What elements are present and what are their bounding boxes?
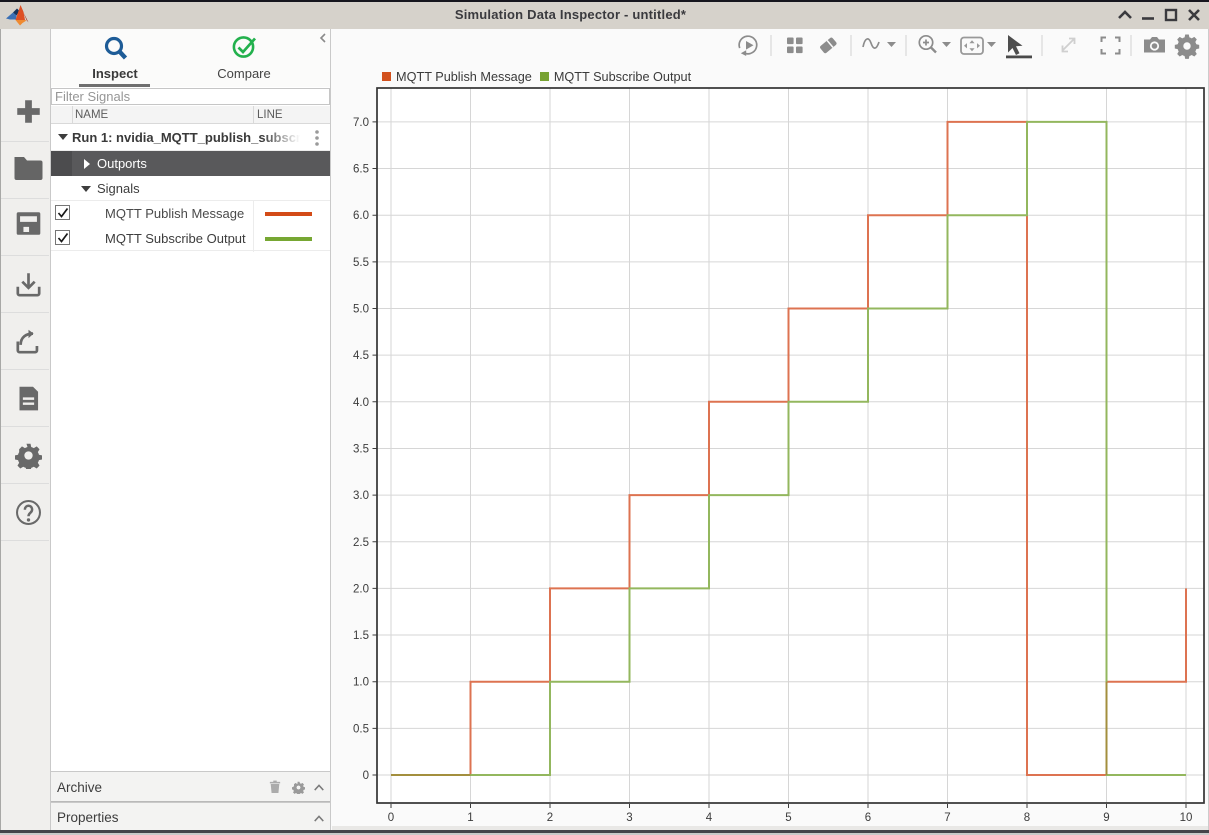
svg-text:2: 2 bbox=[547, 812, 553, 824]
svg-text:3: 3 bbox=[626, 812, 632, 824]
svg-text:9: 9 bbox=[1103, 812, 1109, 824]
svg-text:5.0: 5.0 bbox=[353, 304, 369, 316]
svg-text:4: 4 bbox=[706, 812, 713, 824]
svg-text:6.0: 6.0 bbox=[353, 210, 369, 222]
svg-text:0.5: 0.5 bbox=[353, 723, 369, 735]
svg-text:1: 1 bbox=[467, 812, 473, 824]
svg-text:8: 8 bbox=[1024, 812, 1030, 824]
svg-text:5: 5 bbox=[785, 812, 791, 824]
svg-text:0: 0 bbox=[363, 770, 369, 782]
svg-text:2.5: 2.5 bbox=[353, 537, 369, 549]
svg-text:6.5: 6.5 bbox=[353, 164, 369, 176]
svg-text:3.0: 3.0 bbox=[353, 490, 369, 502]
svg-text:0: 0 bbox=[388, 812, 394, 824]
svg-text:3.5: 3.5 bbox=[353, 444, 369, 456]
svg-text:4.0: 4.0 bbox=[353, 397, 369, 409]
svg-text:1.0: 1.0 bbox=[353, 677, 369, 689]
svg-text:2.0: 2.0 bbox=[353, 583, 369, 595]
svg-text:4.5: 4.5 bbox=[353, 350, 369, 362]
svg-text:10: 10 bbox=[1180, 812, 1193, 824]
svg-text:7.0: 7.0 bbox=[353, 117, 369, 129]
svg-text:7: 7 bbox=[944, 812, 950, 824]
svg-text:6: 6 bbox=[865, 812, 871, 824]
svg-text:5.5: 5.5 bbox=[353, 257, 369, 269]
svg-text:1.5: 1.5 bbox=[353, 630, 369, 642]
